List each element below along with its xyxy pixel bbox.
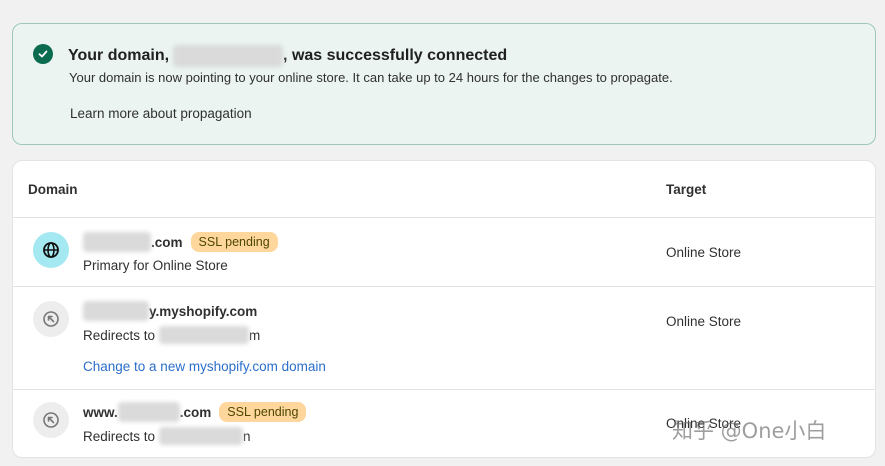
redacted-domain (159, 326, 250, 344)
banner-title-prefix: Your domain, (68, 47, 170, 64)
redirect-description: Redirects to m (83, 326, 260, 344)
banner-title: Your domain, , was successfully connecte… (68, 45, 507, 67)
table-row[interactable]: y.myshopify.com Redirects to m Change to… (13, 287, 875, 390)
table-row[interactable]: .com SSL pending Primary for Online Stor… (13, 218, 875, 287)
redirect-arrow-icon (33, 402, 69, 438)
domains-table: Domain Target .com SSL pending Primary f… (12, 160, 876, 458)
column-header-domain: Domain (28, 182, 78, 197)
column-header-target: Target (666, 182, 707, 197)
redacted-domain (173, 45, 284, 67)
success-banner: Your domain, , was successfully connecte… (12, 23, 876, 145)
domain-name[interactable]: y.myshopify.com (83, 301, 257, 321)
domain-description: Primary for Online Store (83, 258, 228, 273)
redirect-target-suffix: m (249, 327, 261, 343)
banner-body: Your domain is now pointing to your onli… (69, 70, 673, 85)
redirect-target-suffix: n (243, 428, 251, 444)
globe-icon (33, 232, 69, 268)
redacted-domain (117, 402, 180, 422)
redacted-domain (159, 427, 244, 445)
domain-suffix: y.myshopify.com (149, 303, 258, 319)
redirect-label: Redirects to (83, 428, 156, 444)
propagation-link[interactable]: Learn more about propagation (70, 106, 252, 121)
target-value: Online Store (666, 245, 742, 260)
banner-title-suffix: , was successfully connected (283, 47, 508, 64)
redacted-domain (83, 301, 149, 321)
redirect-label: Redirects to (83, 327, 156, 343)
redirect-description: Redirects to n (83, 427, 251, 445)
domain-prefix: www. (83, 404, 118, 420)
domain-suffix: .com (151, 234, 183, 250)
redirect-arrow-icon (33, 301, 69, 337)
domain-name[interactable]: www. .com SSL pending (83, 402, 307, 422)
ssl-status-badge: SSL pending (190, 232, 278, 252)
watermark: 知乎 @One小白 (672, 419, 827, 443)
table-header: Domain Target (13, 161, 875, 218)
change-myshopify-domain-link[interactable]: Change to a new myshopify.com domain (83, 359, 326, 374)
redacted-domain (83, 232, 151, 252)
domain-suffix: .com (179, 404, 212, 420)
domain-name[interactable]: .com SSL pending (83, 232, 278, 252)
check-circle-icon (33, 44, 53, 64)
ssl-status-badge: SSL pending (219, 402, 307, 422)
target-value: Online Store (666, 314, 742, 329)
